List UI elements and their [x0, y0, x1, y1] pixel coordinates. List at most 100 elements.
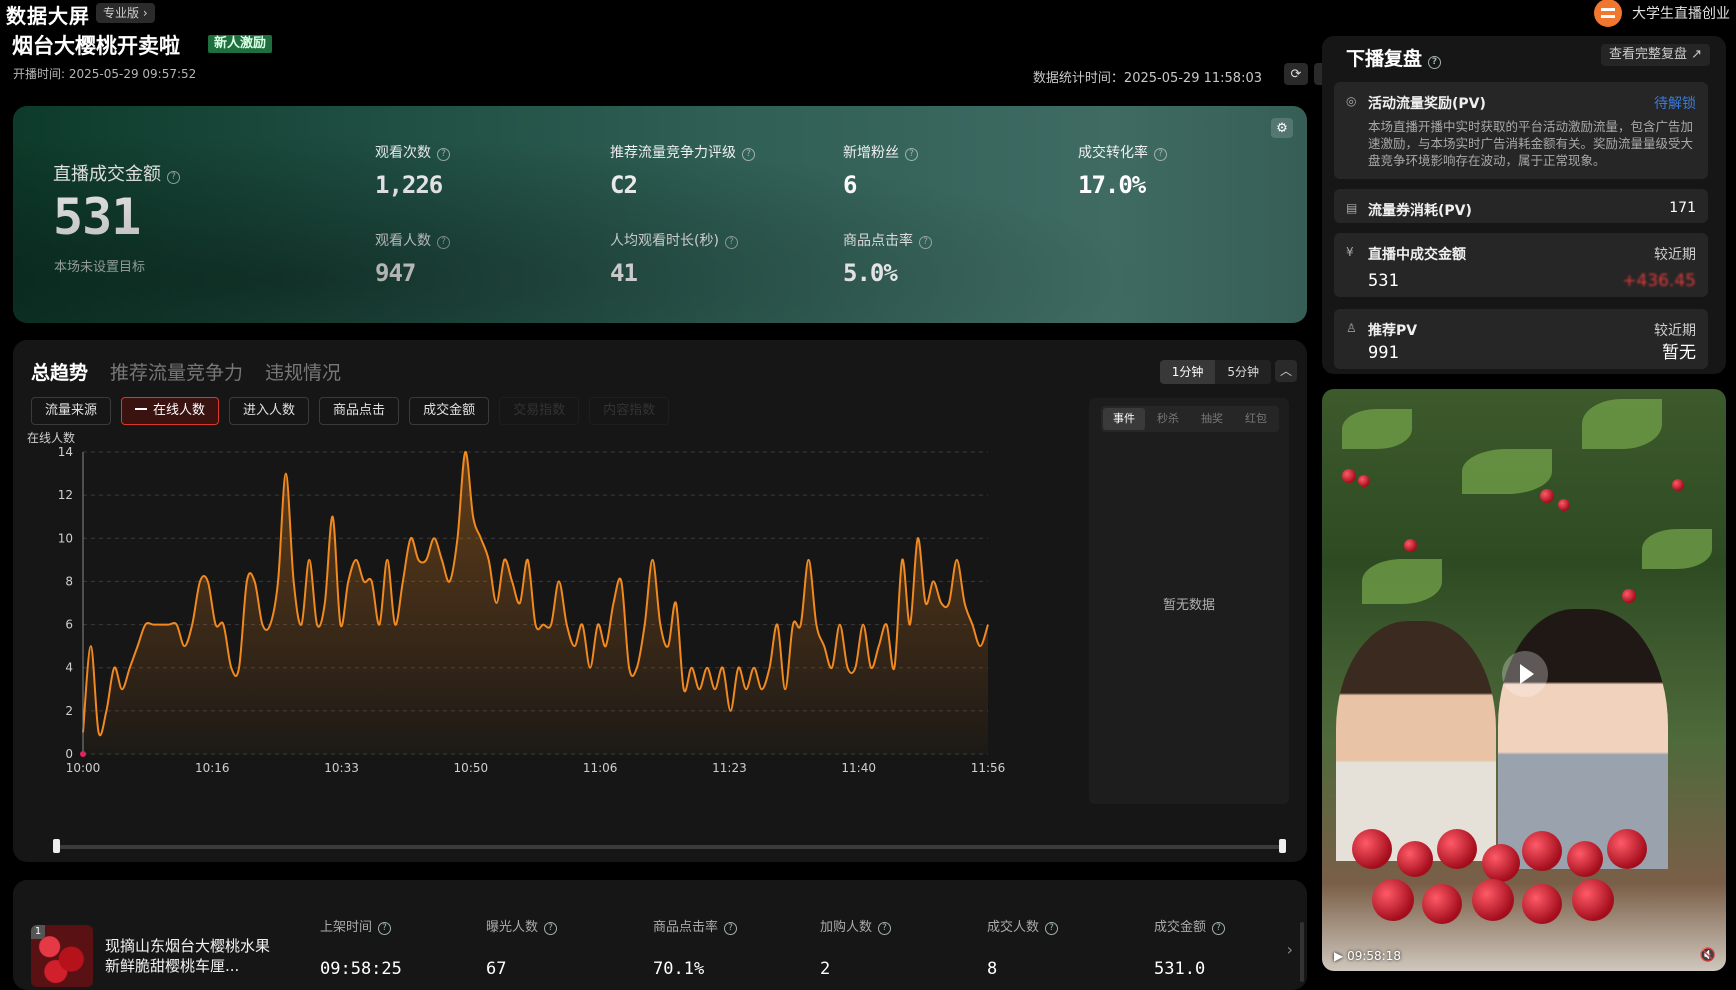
start-time: 开播时间: 2025-05-29 09:57:52 [13, 67, 197, 81]
x-tick-label: 11:40 [841, 761, 876, 775]
metric-content-index: 内容指数 [589, 397, 670, 425]
cursor-dot [80, 751, 86, 757]
unlock-status[interactable]: 待解锁 [1654, 93, 1696, 113]
live-gmv-compare: ¥ 直播中成交金额 较近期 531 +436.45 [1334, 233, 1708, 297]
help-icon[interactable]: ? [1045, 922, 1059, 935]
app-title: 数据大屏 [6, 4, 90, 28]
account-menu[interactable]: 大学生直播创业 [1594, 0, 1730, 27]
line-legend-icon [135, 408, 148, 410]
event-tab-all[interactable]: 事件 [1103, 408, 1145, 430]
chevron-up-icon[interactable]: ︿ [1275, 360, 1297, 382]
chart-svg: 在线人数 0 2 4 6 8 10 12 14 10:00 10:16 10:33 10:50 11:06… [27, 430, 1006, 775]
help-icon[interactable]: ? [905, 148, 918, 161]
avatar [1594, 0, 1622, 27]
metric-trade-index: 交易指数 [499, 397, 580, 425]
event-tabs: 事件 秒杀 抽奖 红包 [1101, 406, 1279, 432]
tab-overall-trend[interactable]: 总趋势 [31, 358, 88, 385]
x-tick-label: 11:56 [971, 761, 1006, 775]
help-icon[interactable]: ? [919, 236, 932, 249]
chevron-right-icon: › [142, 6, 148, 20]
mute-icon[interactable]: 🔇 [1700, 948, 1716, 963]
new-host-badge: 新人激励 [208, 35, 273, 53]
empty-state: 暂无数据 [1162, 598, 1215, 613]
kpi-avg-watch: 人均观看时长(秒)? 41 [610, 230, 738, 287]
full-review-link[interactable]: 查看完整复盘 ↗ [1600, 44, 1710, 66]
kpi-views: 观看次数? 1,226 [375, 142, 450, 199]
product-exposure: 曝光人数? 67 [486, 916, 558, 979]
product-index: 1 [31, 925, 45, 939]
user-icon: ♙ [1346, 321, 1357, 335]
refresh-icon[interactable]: ⟳ [1284, 63, 1308, 85]
chevron-right-icon[interactable]: › [1287, 940, 1293, 959]
stream-title: 烟台大樱桃开卖啦 [12, 34, 180, 58]
help-icon[interactable]: ? [437, 148, 450, 161]
kpi-conversion: 成交转化率? 17.0% [1078, 142, 1167, 199]
series-area [83, 451, 988, 754]
reward-description: 本场直播开播中实时获取的平台活动激励流量，包含广告加速激励，与本场实时广告消耗金… [1368, 119, 1694, 168]
gmv-value: 531 [53, 188, 141, 246]
metric-gmv[interactable]: 成交金额 [409, 397, 490, 425]
y-tick-label: 0 [65, 747, 73, 761]
time-range-track[interactable] [57, 845, 1285, 849]
coupon-consumption: ▤ 流量券消耗(PV) 171 [1334, 189, 1708, 223]
x-tick-label: 11:23 [712, 761, 747, 775]
kpi-traffic-rating: 推荐流量竞争力评级? C2 [610, 142, 755, 199]
live-video-preview[interactable]: ▶ 09:58:18 🔇 [1322, 389, 1726, 971]
tab-violations[interactable]: 违规情况 [265, 358, 341, 385]
play-icon[interactable] [1502, 651, 1548, 697]
kpi-viewers: 观看人数? 947 [375, 230, 450, 287]
interval-1min[interactable]: 1分钟 [1159, 360, 1216, 384]
y-tick-label: 10 [58, 531, 73, 545]
help-icon[interactable]: ? [724, 236, 738, 249]
play-small-icon: ▶ [1334, 949, 1344, 963]
y-tick-label: 2 [65, 704, 73, 718]
money-icon: ¥ [1346, 245, 1354, 259]
metric-product-clicks[interactable]: 商品点击 [319, 397, 400, 425]
x-tick-label: 10:16 [195, 761, 230, 775]
y-axis-label: 在线人数 [27, 430, 75, 445]
metric-traffic-source[interactable]: 流量来源 [31, 397, 112, 425]
event-tab-red-packet[interactable]: 红包 [1235, 408, 1277, 430]
scrollbar[interactable] [1300, 922, 1304, 982]
product-buyers: 成交人数? 8 [987, 916, 1059, 979]
recommended-pv: ♙ 推荐PV 较近期 991 暂无 [1334, 309, 1708, 369]
y-tick-label: 8 [65, 574, 73, 588]
kpi-product-ctr: 商品点击率? 5.0% [843, 230, 932, 287]
metric-online-users[interactable]: 在线人数 [121, 397, 220, 425]
interval-5min[interactable]: 5分钟 [1215, 360, 1271, 384]
metric-entries[interactable]: 进入人数 [229, 397, 310, 425]
kpi-new-fans: 新增粉丝? 6 [843, 142, 918, 199]
review-title: 下播复盘? [1346, 44, 1442, 71]
range-start-handle[interactable] [53, 839, 60, 853]
help-icon[interactable]: ? [1212, 922, 1226, 935]
range-end-handle[interactable] [1279, 839, 1286, 853]
gmv-target: 本场未设置目标 [54, 260, 146, 275]
help-icon[interactable]: ? [544, 922, 558, 935]
help-icon[interactable]: ? [378, 922, 392, 935]
stats-time: 数据统计时间：2025-05-29 11:58:03 [1032, 71, 1262, 86]
help-icon[interactable]: ? [724, 922, 738, 935]
x-tick-label: 10:50 [454, 761, 489, 775]
video-timestamp: ▶ 09:58:18 [1334, 949, 1401, 963]
review-card: 下播复盘? 查看完整复盘 ↗ ◎ 活动流量奖励(PV) 待解锁 本场直播开播中实… [1322, 36, 1726, 374]
help-icon[interactable]: ? [437, 236, 450, 249]
help-icon[interactable]: ? [1428, 56, 1442, 69]
kpi-card: 直播成交金额? 531 本场未设置目标 观看次数? 1,226 推荐流量竞争力评… [13, 106, 1307, 323]
y-tick-label: 12 [58, 488, 73, 502]
tab-traffic-competitiveness[interactable]: 推荐流量竞争力 [110, 358, 243, 385]
event-tab-lottery[interactable]: 抽奖 [1191, 408, 1233, 430]
product-name[interactable]: 现摘山东烟台大樱桃水果新鲜脆甜樱桃车厘... [105, 936, 277, 976]
help-icon[interactable]: ? [742, 148, 755, 161]
help-icon[interactable]: ? [1154, 148, 1167, 161]
headset-icon: ◎ [1346, 94, 1357, 108]
help-icon[interactable]: ? [878, 922, 892, 935]
events-panel: 事件 秒杀 抽奖 红包 暂无数据 [1089, 398, 1289, 804]
account-name: 大学生直播创业 [1632, 6, 1730, 22]
help-icon[interactable]: ? [167, 171, 180, 184]
x-tick-label: 10:33 [324, 761, 359, 775]
activity-traffic-reward: ◎ 活动流量奖励(PV) 待解锁 本场直播开播中实时获取的平台活动激励流量，包含… [1334, 82, 1708, 179]
edition-switch[interactable]: 专业版 › [96, 3, 155, 23]
settings-icon[interactable]: ⚙ [1271, 118, 1293, 138]
event-tab-flash-sale[interactable]: 秒杀 [1147, 408, 1189, 430]
top-bar: 数据大屏 专业版 › 大学生直播创业 [0, 0, 1736, 28]
